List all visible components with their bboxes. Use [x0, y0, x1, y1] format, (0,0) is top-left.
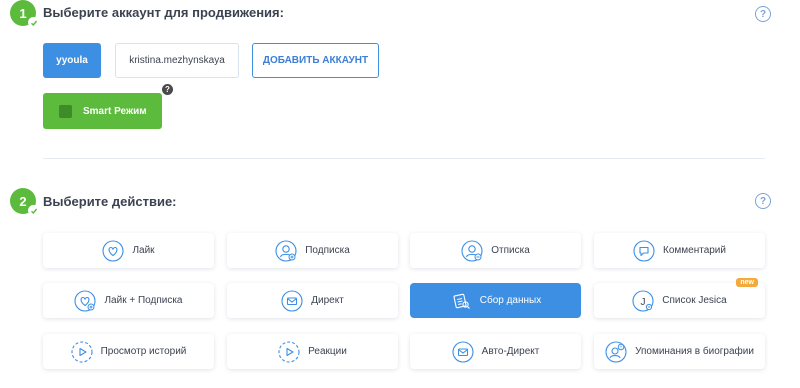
step-1-title: Выберите аккаунт для продвижения: — [43, 5, 284, 20]
step-2-number: 2 — [19, 193, 27, 209]
mention-user-icon — [605, 340, 627, 363]
action-label: Лайк — [132, 245, 155, 256]
action-label: Сбор данных — [479, 295, 542, 306]
account-button-yyoula[interactable]: yyoula — [43, 43, 101, 78]
comment-icon — [633, 239, 655, 262]
action-like-follow[interactable]: Лайк + Подписка — [43, 283, 214, 318]
data-collect-icon — [450, 290, 472, 312]
action-auto-direct[interactable]: Авто-Директ — [410, 334, 581, 369]
smart-mode-help-icon[interactable]: ? — [162, 84, 173, 95]
action-label: Подписка — [305, 245, 350, 256]
heart-plus-icon — [74, 289, 97, 312]
action-unfollow[interactable]: Отписка — [410, 233, 581, 268]
jesica-icon: J — [632, 289, 654, 312]
check-icon — [28, 17, 39, 28]
mail-icon — [281, 289, 303, 312]
auto-mail-icon — [452, 340, 474, 363]
step-2-title: Выберите действие: — [43, 194, 177, 209]
action-story-view[interactable]: Просмотр историй — [43, 334, 214, 369]
account-button-kristina[interactable]: kristina.mezhynskaya — [115, 43, 239, 78]
section-divider — [43, 158, 765, 159]
step-1-badge: 1 — [10, 0, 39, 28]
action-direct[interactable]: Директ — [227, 283, 398, 318]
smart-mode-label: Smart Режим — [83, 105, 147, 117]
action-label: Реакции — [308, 346, 347, 357]
action-follow[interactable]: Подписка — [227, 233, 398, 268]
action-comment[interactable]: Комментарий — [594, 233, 765, 268]
user-plus-icon — [275, 239, 297, 262]
check-icon — [28, 205, 39, 216]
action-label: Упоминания в биографии — [635, 346, 754, 357]
action-label: Комментарий — [663, 245, 726, 256]
story-play-icon — [71, 340, 93, 363]
help-icon[interactable]: ? — [755, 6, 771, 22]
step-2-badge: 2 — [10, 188, 39, 216]
action-jesica-list[interactable]: J Список Jesica new — [594, 278, 765, 318]
step-1-number: 1 — [19, 5, 27, 21]
smart-mode-button[interactable]: Smart Режим — [43, 93, 162, 129]
action-label: Авто-Директ — [481, 346, 540, 357]
svg-text:J: J — [641, 297, 646, 308]
action-label: Список Jesica — [662, 295, 727, 306]
heart-icon — [102, 239, 125, 262]
user-minus-icon — [461, 239, 483, 262]
smart-mode-checkbox[interactable] — [59, 104, 72, 118]
action-label: Отписка — [491, 245, 530, 256]
add-account-button[interactable]: ДОБАВИТЬ АККАУНТ — [252, 43, 379, 78]
action-like[interactable]: Лайк — [43, 233, 214, 268]
reaction-play-icon — [278, 340, 300, 363]
action-bio-mentions[interactable]: Упоминания в биографии — [594, 334, 765, 369]
help-icon[interactable]: ? — [755, 193, 771, 209]
action-label: Директ — [311, 295, 344, 306]
action-label: Лайк + Подписка — [104, 295, 183, 306]
new-badge: new — [736, 278, 758, 287]
action-data-collect[interactable]: Сбор данных — [410, 283, 581, 318]
action-reactions[interactable]: Реакции — [227, 334, 398, 369]
action-label: Просмотр историй — [100, 346, 187, 357]
